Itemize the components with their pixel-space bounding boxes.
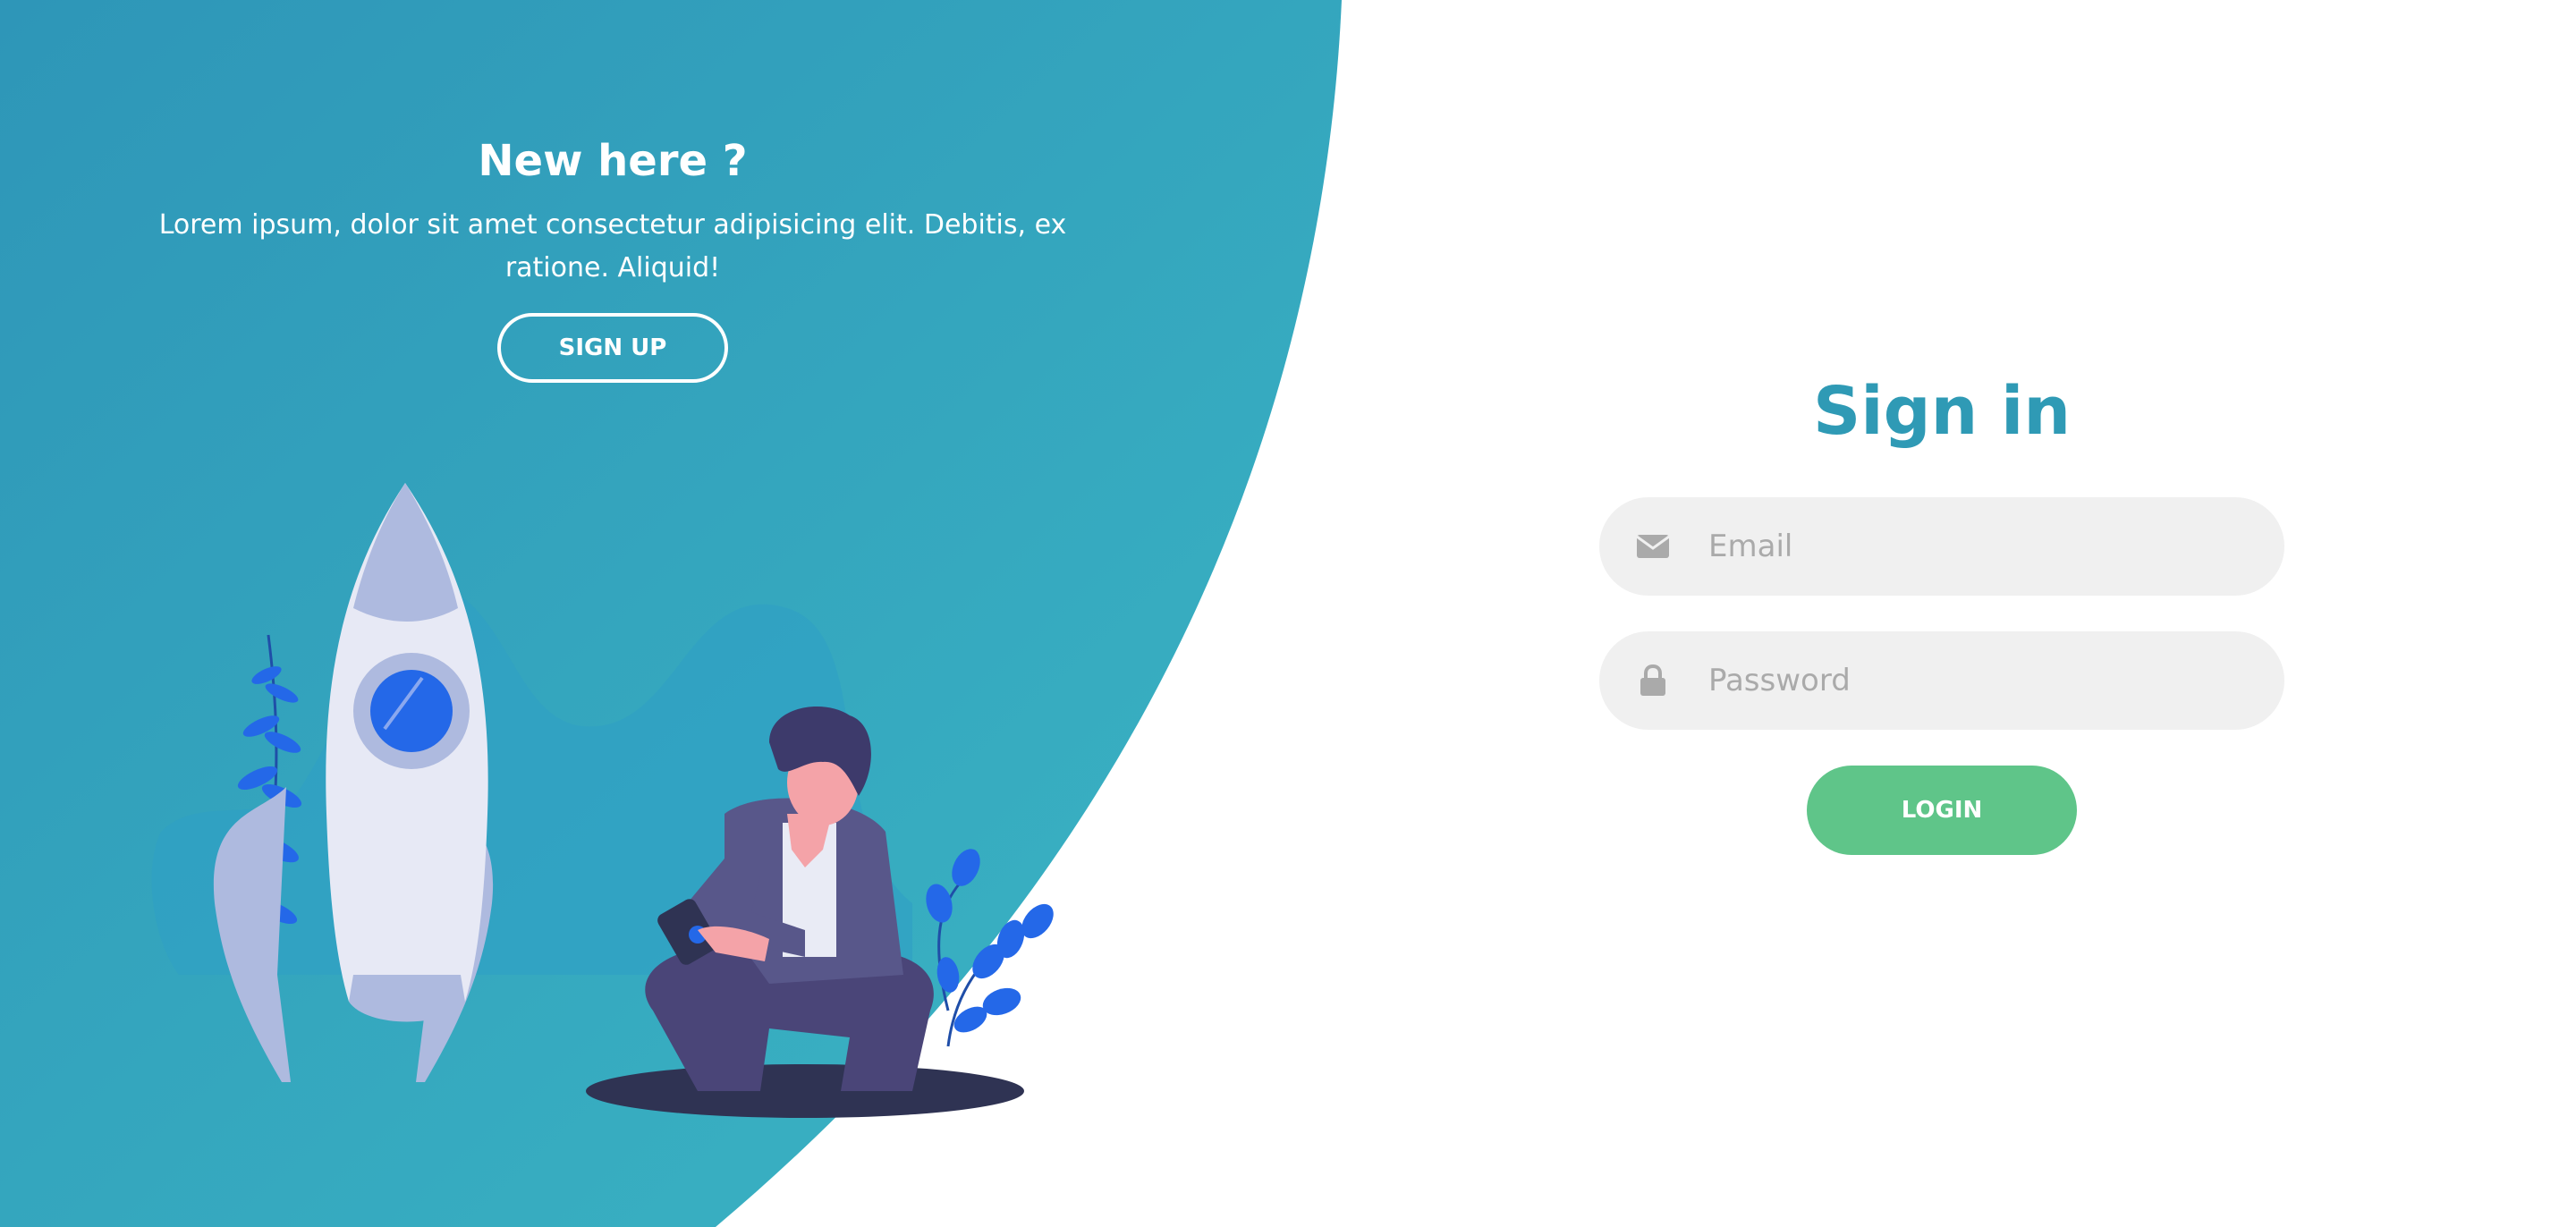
shadow (586, 1064, 1024, 1118)
panel-title: New here ? (478, 136, 748, 186)
form-title: Sign in (1812, 373, 2072, 450)
sign-in-form: Sign in LOGIN (1599, 358, 2284, 855)
form-fields (1599, 497, 2284, 730)
left-panel: New here ? Lorem ipsum, dolor sit amet c… (143, 125, 1082, 383)
email-input[interactable] (1707, 501, 2247, 592)
envelope-icon (1599, 533, 1707, 560)
lock-icon (1599, 664, 1707, 697)
leaves-right (926, 849, 1054, 1047)
password-field-wrapper (1599, 631, 2284, 730)
sign-up-button[interactable]: SIGN UP (497, 313, 728, 383)
rocket-illustration (151, 483, 1054, 1118)
login-button[interactable]: LOGIN (1807, 766, 2077, 855)
password-input[interactable] (1707, 635, 2247, 726)
panel-description: Lorem ipsum, dolor sit amet consectetur … (158, 209, 1067, 283)
email-field-wrapper (1599, 497, 2284, 596)
